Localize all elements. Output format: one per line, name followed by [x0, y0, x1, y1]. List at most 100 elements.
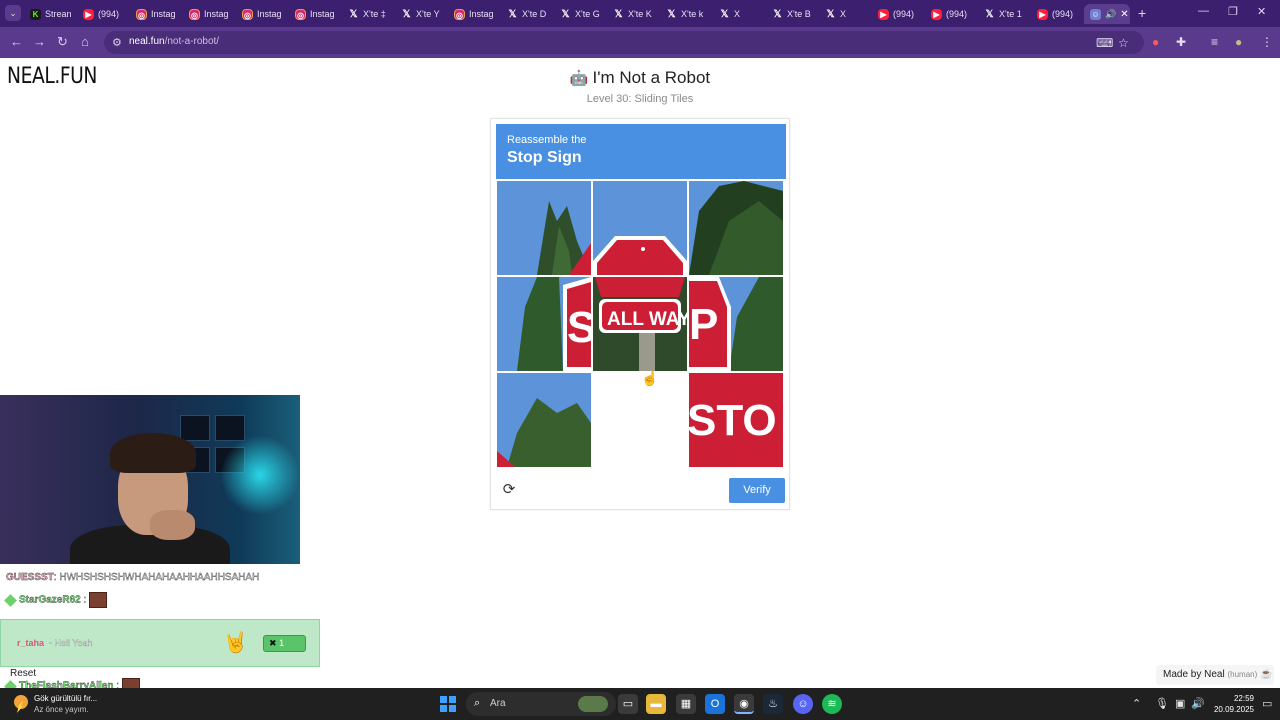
- bookmark-star-icon[interactable]: ☆: [1118, 36, 1129, 50]
- weather-subtitle: Az önce yayım.: [34, 705, 89, 714]
- x-icon: 𝕏: [985, 8, 994, 20]
- made-by-badge[interactable]: Made by Neal (human) ☕: [1156, 665, 1274, 685]
- new-tab-icon[interactable]: +: [1138, 5, 1146, 21]
- spotify-icon[interactable]: ≋: [822, 694, 842, 714]
- browser-tab[interactable]: ▶ (994): [83, 4, 130, 24]
- x-icon: 𝕏: [508, 8, 517, 20]
- browser-tab[interactable]: ◎ Instag: [136, 4, 183, 24]
- robot-icon: 🤖: [569, 70, 589, 87]
- weather-widget[interactable]: Gök gürültülü fır... Az önce yayım.: [34, 693, 97, 715]
- home-icon[interactable]: ⌂: [81, 34, 89, 49]
- browser-tab-label: X'te D: [522, 9, 547, 19]
- taskbar-clock[interactable]: 22:59 20.09.2025: [1206, 693, 1254, 715]
- browser-tab[interactable]: 𝕏 X'te G: [560, 4, 607, 24]
- browser-menu-icon[interactable]: ⋮: [1261, 35, 1273, 49]
- browser-tab[interactable]: K Strean: [30, 4, 77, 24]
- tile-7[interactable]: [497, 373, 591, 467]
- browser-tab[interactable]: 𝕏 X'te 1: [984, 4, 1031, 24]
- minimize-icon[interactable]: —: [1198, 5, 1209, 17]
- browser-tab-label: X'te K: [628, 9, 652, 19]
- tab-search-icon[interactable]: ⌄: [5, 5, 21, 21]
- forward-icon[interactable]: →: [33, 34, 46, 49]
- kick-icon: ✖: [269, 638, 277, 648]
- notifications-icon[interactable]: ▭: [1262, 697, 1272, 710]
- browser-tab[interactable]: 𝕏X: [719, 4, 766, 24]
- address-bar[interactable]: ⚙ neal.fun/not-a-robot/ ⌨ ☆: [104, 31, 1144, 54]
- tile-9[interactable]: STO: [689, 373, 783, 467]
- windows-start-icon[interactable]: [440, 696, 456, 712]
- browser-tab[interactable]: 𝕏 X'te B: [772, 4, 819, 24]
- chat-username: GUESSST: [6, 572, 54, 583]
- volume-icon[interactable]: 🔊: [1191, 697, 1205, 710]
- refresh-tiles-icon[interactable]: ⟳: [500, 481, 518, 499]
- browser-tab[interactable]: 𝕏 X'te D: [507, 4, 554, 24]
- page-title: 🤖 I'm Not a Robot: [0, 68, 1280, 88]
- tray-chevron-icon[interactable]: ⌃: [1132, 697, 1141, 710]
- tile-4[interactable]: S: [497, 277, 591, 371]
- browser-tab[interactable]: 𝕏X: [825, 4, 872, 24]
- x-icon: 𝕏: [826, 8, 835, 20]
- browser-toolbar: ← → ↻ ⌂ ⚙ neal.fun/not-a-robot/ ⌨ ☆ ● ✚ …: [0, 27, 1280, 58]
- browser-tab[interactable]: 𝕏 X'te k: [666, 4, 713, 24]
- instagram-icon: ◎: [295, 8, 306, 20]
- steam-icon[interactable]: ♨: [763, 694, 783, 714]
- tile-6[interactable]: P: [689, 277, 783, 371]
- page-title-text: I'm Not a Robot: [592, 68, 711, 87]
- tile-2[interactable]: [593, 181, 687, 275]
- audio-icon[interactable]: 🔊: [1105, 9, 1116, 20]
- browser-tab-label: (994): [1052, 9, 1074, 19]
- profile-avatar[interactable]: ●: [1235, 35, 1242, 49]
- media-controls-icon[interactable]: ≡: [1211, 35, 1218, 49]
- instagram-icon: ◎: [242, 8, 253, 20]
- webcam-overlay: [0, 395, 300, 564]
- close-window-icon[interactable]: ✕: [1257, 5, 1266, 18]
- browser-tab[interactable]: 𝕏 X'te ‡: [348, 4, 395, 24]
- x-icon: 𝕏: [614, 8, 623, 20]
- taskbar-search[interactable]: ⌕ Ara: [466, 692, 616, 716]
- url-host: neal.fun: [129, 36, 165, 47]
- task-view-icon[interactable]: ▭: [618, 694, 638, 714]
- browser-tab[interactable]: ▶ (994): [931, 4, 978, 24]
- x-icon: 𝕏: [349, 8, 358, 20]
- weather-storm-icon[interactable]: [10, 693, 32, 715]
- emote-image: [89, 592, 108, 608]
- svg-text:P: P: [689, 300, 718, 349]
- tile-1[interactable]: [497, 181, 591, 275]
- translate-icon[interactable]: ⌨: [1096, 36, 1113, 50]
- browser-tab[interactable]: 𝕏 X'te K: [613, 4, 660, 24]
- browser-tab-label: X'te Y: [416, 9, 440, 19]
- browser-tab[interactable]: 𝕏 X'te Y: [401, 4, 448, 24]
- store-icon[interactable]: ▦: [676, 694, 696, 714]
- chrome-icon[interactable]: ◉: [734, 694, 754, 714]
- browser-tab[interactable]: ◎ Instag: [295, 4, 342, 24]
- browser-tab[interactable]: ▶ (994): [878, 4, 925, 24]
- chat-text: : HWHSHSHSHWHAHAHAAHHAAHHSAHAH: [53, 572, 260, 583]
- site-info-icon[interactable]: ⚙: [112, 36, 122, 49]
- browser-tab[interactable]: ▶ (994): [1037, 4, 1084, 24]
- back-icon[interactable]: ←: [10, 34, 23, 49]
- empty-tile-slot[interactable]: [593, 373, 687, 467]
- verify-button[interactable]: Verify: [729, 478, 785, 503]
- browser-tab[interactable]: ◎ Instag: [242, 4, 289, 24]
- extension-red-icon[interactable]: ●: [1152, 35, 1159, 49]
- weather-title: Gök gürültülü fır...: [34, 694, 98, 703]
- file-explorer-icon[interactable]: ▬: [646, 694, 666, 714]
- browser-tab[interactable]: ◎ Instag: [454, 4, 501, 24]
- microphone-icon[interactable]: 🎙: [1155, 697, 1169, 710]
- extensions-icon[interactable]: ✚: [1176, 35, 1186, 49]
- outlook-icon[interactable]: O: [705, 694, 725, 714]
- hand-cursor-icon: ☝: [641, 370, 659, 386]
- reload-icon[interactable]: ↻: [57, 34, 68, 50]
- browser-tab-label: X'te G: [575, 9, 600, 19]
- tile-3[interactable]: [689, 181, 783, 275]
- browser-tab-label: (994): [893, 9, 915, 19]
- network-icon[interactable]: ▣: [1175, 697, 1185, 710]
- discord-icon[interactable]: ☺: [793, 694, 813, 714]
- restore-icon[interactable]: ❐: [1228, 5, 1238, 18]
- browser-tab[interactable]: ◎ Instag: [189, 4, 236, 24]
- youtube-icon: ▶: [83, 8, 94, 20]
- url-text[interactable]: neal.fun/not-a-robot/: [129, 36, 219, 47]
- tile-5[interactable]: ALL WAY: [593, 277, 687, 371]
- close-tab-icon[interactable]: ✕: [1120, 9, 1128, 20]
- browser-tab-active[interactable]: ☺ 🔊 ✕: [1084, 4, 1130, 24]
